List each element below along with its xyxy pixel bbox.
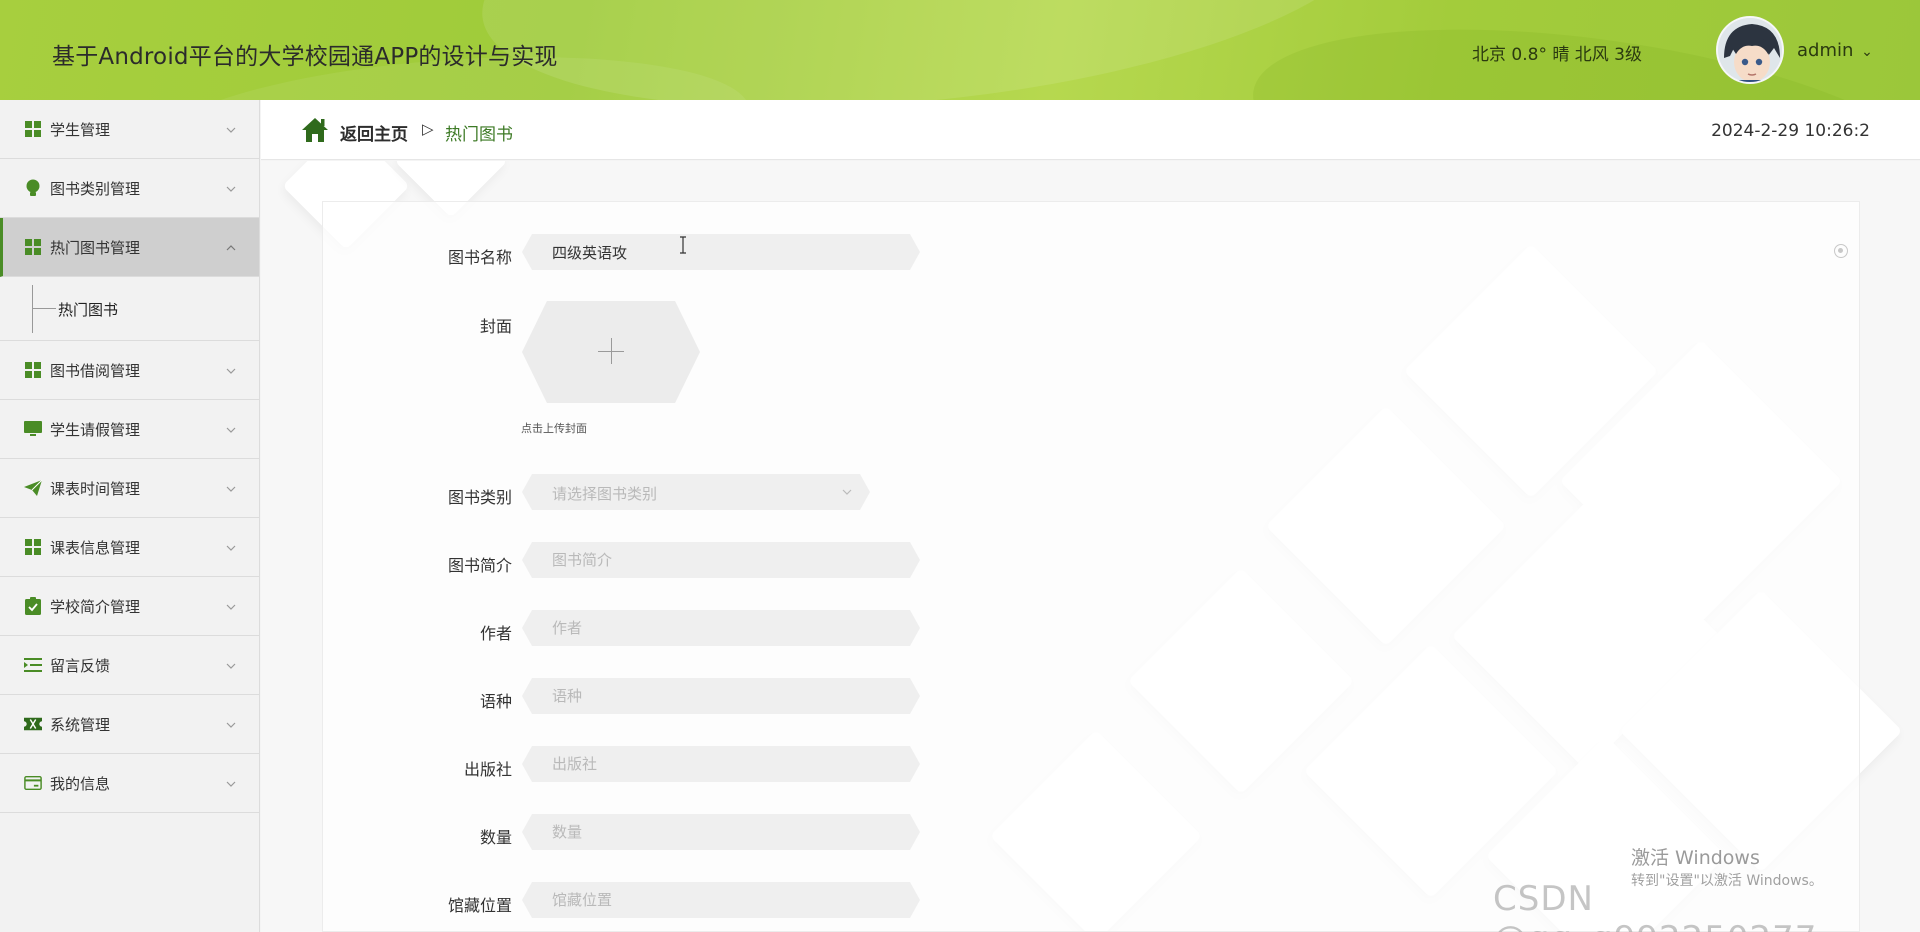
quantity-input[interactable] (522, 814, 920, 850)
author-input[interactable] (522, 610, 920, 646)
chevron-down-icon (226, 427, 236, 433)
chevron-down-icon (226, 186, 236, 192)
chevron-up-icon (226, 245, 236, 251)
sidebar-item-feedback[interactable]: 留言反馈 (0, 636, 259, 695)
breadcrumb-current: 热门图书 (445, 125, 513, 145)
sidebar-item-label: 留言反馈 (50, 656, 111, 675)
sidebar-item-schedule-time-management[interactable]: 课表时间管理 (0, 459, 259, 518)
monitor-icon (24, 420, 42, 438)
csdn-watermark: CSDN @qq_q992250277 (1493, 879, 1816, 932)
check-doc-icon (24, 597, 42, 615)
sidebar-item-label: 系统管理 (50, 715, 111, 734)
close-icon[interactable] (1834, 244, 1848, 258)
user-menu[interactable]: admin ⌄ (1797, 40, 1873, 61)
windows-activation-watermark: 激活 Windows (1631, 847, 1760, 869)
current-datetime: 2024-2-29 10:26:2 (1711, 121, 1870, 141)
sidebar-item-system-management[interactable]: 系统管理 (0, 695, 259, 754)
plus-icon (611, 338, 612, 364)
text-cursor-icon (680, 236, 686, 254)
location-label: 馆藏位置 (447, 896, 512, 915)
chevron-down-icon (226, 127, 236, 133)
breadcrumb-home-link[interactable]: 返回主页 (340, 120, 408, 145)
cover-label: 封面 (479, 317, 512, 336)
sidebar-item-label: 课表信息管理 (50, 538, 141, 557)
publisher-label: 出版社 (463, 760, 512, 779)
list-indent-icon (24, 656, 42, 674)
chevron-down-icon (226, 722, 236, 728)
weather-info: 北京 0.8° 晴 北风 3级 (1472, 45, 1642, 65)
category-label: 图书类别 (447, 488, 512, 507)
sidebar-item-label: 课表时间管理 (50, 479, 141, 498)
category-select[interactable]: 请选择图书类别 (522, 474, 870, 510)
sidebar-item-label: 热门图书管理 (50, 238, 141, 257)
book-name-input[interactable] (522, 234, 920, 270)
chevron-down-icon (226, 604, 236, 610)
avatar-image (1718, 18, 1782, 82)
grid-icon (24, 538, 42, 556)
tree-line (32, 285, 33, 333)
sidebar-item-student-leave-management[interactable]: 学生请假管理 (0, 400, 259, 459)
intro-input[interactable] (522, 542, 920, 578)
app-title: 基于Android平台的大学校园通APP的设计与实现 (52, 44, 558, 70)
chevron-down-icon (842, 487, 852, 497)
chevron-down-icon (226, 545, 236, 551)
sidebar-item-hot-books-management[interactable]: 热门图书管理 (0, 218, 259, 277)
language-label: 语种 (479, 692, 512, 711)
category-select-placeholder: 请选择图书类别 (552, 485, 658, 503)
sidebar-item-label: 图书借阅管理 (50, 361, 141, 380)
cover-upload-hint: 点击上传封面 (521, 422, 587, 435)
chevron-down-icon: ⌄ (1861, 44, 1873, 60)
avatar[interactable] (1716, 16, 1784, 84)
sidebar-item-book-category-management[interactable]: 图书类别管理 (0, 159, 259, 218)
home-icon[interactable] (301, 117, 329, 143)
sidebar-item-book-borrow-management[interactable]: 图书借阅管理 (0, 341, 259, 400)
quantity-label: 数量 (479, 828, 512, 847)
chevron-down-icon (226, 781, 236, 787)
tree-line (32, 308, 56, 309)
app-header: 基于Android平台的大学校园通APP的设计与实现 北京 0.8° 晴 北风 … (0, 0, 1920, 100)
sidebar-item-label: 学校简介管理 (50, 597, 141, 616)
user-name: admin (1797, 40, 1854, 61)
sidebar-item-my-info[interactable]: 我的信息 (0, 754, 259, 813)
chevron-down-icon (226, 663, 236, 669)
bulb-icon (24, 179, 42, 197)
sidebar-item-label: 我的信息 (50, 774, 111, 793)
publisher-input[interactable] (522, 746, 920, 782)
grid-icon (24, 238, 42, 256)
intro-label: 图书简介 (447, 556, 512, 575)
breadcrumb-separator: ▷ (422, 120, 434, 138)
author-label: 作者 (479, 624, 512, 643)
book-name-label: 图书名称 (447, 248, 512, 267)
sidebar: 学生管理 图书类别管理 热门图书管理 热门图书 图书借阅管理 学生请假管理 课表… (0, 100, 260, 932)
chevron-down-icon (226, 368, 236, 374)
card-icon (24, 774, 42, 792)
send-icon (24, 479, 42, 497)
sidebar-subitem-hot-books[interactable]: 热门图书 (58, 299, 118, 320)
chevron-down-icon (226, 486, 236, 492)
sidebar-item-label: 图书类别管理 (50, 179, 141, 198)
sidebar-item-schedule-info-management[interactable]: 课表信息管理 (0, 518, 259, 577)
cover-upload-button[interactable] (522, 301, 700, 403)
grid-icon (24, 120, 42, 138)
sidebar-item-label: 学生管理 (50, 120, 111, 139)
sidebar-submenu: 热门图书 (0, 277, 259, 341)
sidebar-item-label: 学生请假管理 (50, 420, 141, 439)
sidebar-item-student-management[interactable]: 学生管理 (0, 100, 259, 159)
grid-icon (24, 361, 42, 379)
breadcrumb-bar: 返回主页 ▷ 热门图书 2024-2-29 10:26:2 (261, 100, 1920, 160)
sidebar-item-school-intro-management[interactable]: 学校简介管理 (0, 577, 259, 636)
ticket-icon (24, 715, 42, 733)
language-input[interactable] (522, 678, 920, 714)
location-input[interactable] (522, 882, 920, 918)
